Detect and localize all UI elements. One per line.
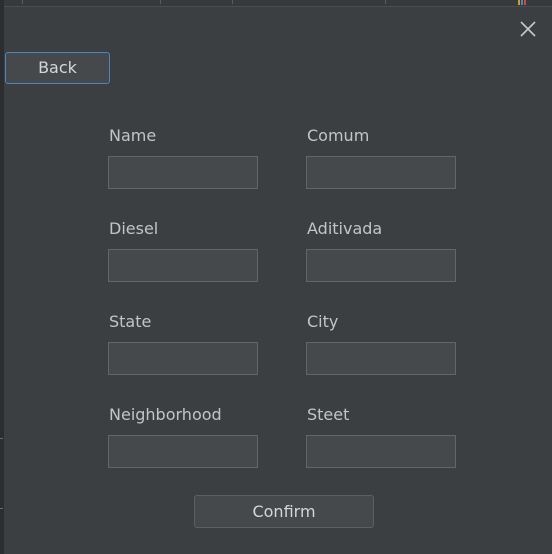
street-field[interactable] — [306, 435, 456, 468]
comum-field[interactable] — [306, 156, 456, 189]
comum-label: Comum — [307, 126, 370, 145]
aditivada-field[interactable] — [306, 249, 456, 282]
close-icon[interactable] — [518, 19, 538, 39]
background-accent — [524, 0, 526, 5]
neighborhood-label: Neighborhood — [109, 405, 222, 424]
background-accent — [521, 0, 523, 5]
background-mark — [0, 508, 3, 509]
background-tick — [232, 0, 233, 4]
state-field[interactable] — [108, 342, 258, 375]
background-tick — [160, 0, 161, 4]
back-button[interactable]: Back — [5, 52, 110, 84]
city-label: City — [307, 312, 339, 331]
name-label: Name — [109, 126, 157, 145]
city-field[interactable] — [306, 342, 456, 375]
confirm-button[interactable]: Confirm — [194, 495, 374, 528]
aditivada-label: Aditivada — [307, 219, 383, 238]
diesel-field[interactable] — [108, 249, 258, 282]
neighborhood-field[interactable] — [108, 435, 258, 468]
background-mark — [0, 438, 3, 439]
background-tick — [22, 0, 23, 4]
background-tick — [385, 0, 386, 4]
state-label: State — [109, 312, 152, 331]
background-accent — [518, 0, 520, 5]
address-dialog: Back Name Comum Diesel Aditivada State C… — [4, 6, 552, 554]
name-field[interactable] — [108, 156, 258, 189]
diesel-label: Diesel — [109, 219, 159, 238]
screen: Back Name Comum Diesel Aditivada State C… — [0, 0, 552, 554]
street-label: Steet — [307, 405, 350, 424]
